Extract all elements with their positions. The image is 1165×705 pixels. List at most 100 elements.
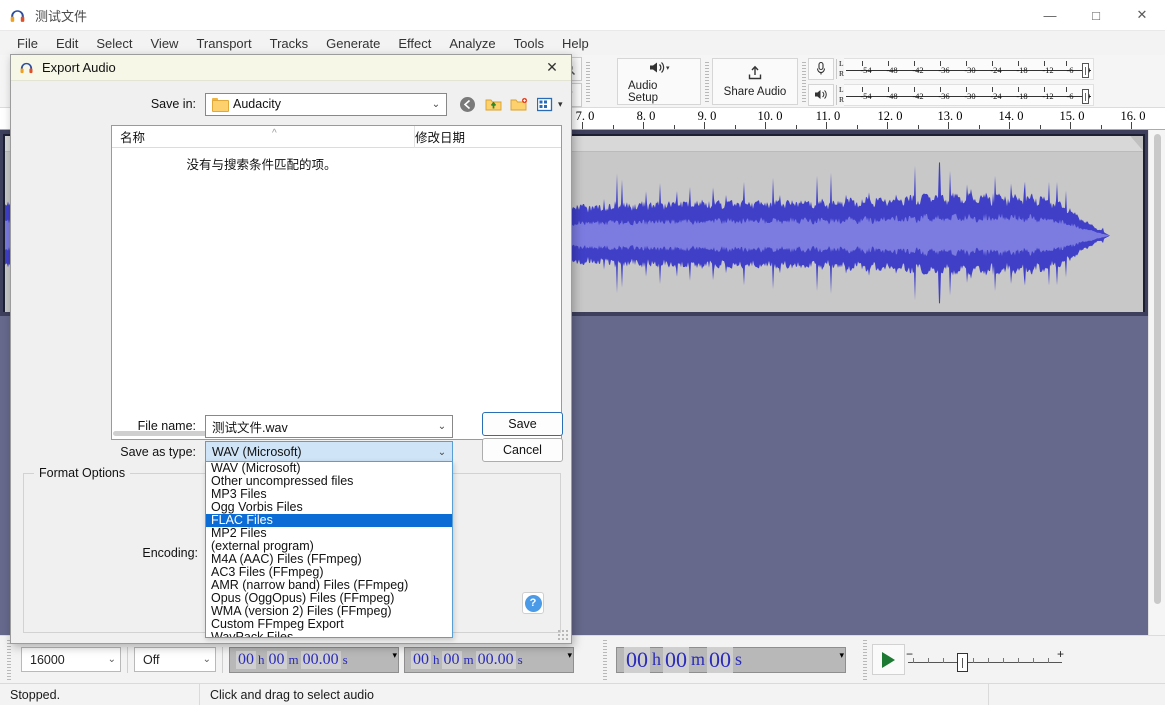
share-audio-label: Share Audio [724, 86, 787, 98]
meter-tick: -6 [1066, 65, 1073, 75]
pos-m-unit: m [690, 649, 706, 670]
sel-start-hours: 00 [236, 651, 256, 669]
recording-meter[interactable]: L R -54 -48 -42 -36 -30 -24 -18 -12 -6 0 [808, 57, 1094, 80]
pos-s-unit: s [734, 649, 743, 670]
meter-slider-handle[interactable] [1082, 63, 1089, 78]
ruler-label: 7. 0 [576, 109, 595, 124]
ruler-label: 10. 0 [758, 109, 783, 124]
recording-meter-scale[interactable]: -54 -48 -42 -36 -30 -24 -18 -12 -6 0 [844, 58, 1094, 80]
minimize-button[interactable]: — [1027, 0, 1073, 31]
save-in-value: Audacity [233, 97, 426, 111]
dialog-resize-grip[interactable] [557, 629, 569, 641]
project-rate-value: 16000 [30, 653, 65, 667]
snap-to-combo[interactable]: Off ⌄ [134, 647, 216, 672]
audacity-window: 测试文件 — □ ✕ File Edit Select View Transpo… [0, 0, 1165, 705]
sel-end-hours: 00 [411, 651, 431, 669]
export-audio-dialog[interactable]: Export Audio ✕ Save in: Audacity ⌄ [10, 54, 572, 644]
up-folder-icon[interactable] [482, 93, 504, 115]
speaker-icon [808, 84, 834, 106]
menu-view[interactable]: View [142, 33, 188, 54]
column-name[interactable]: 名称 [112, 127, 407, 146]
toolbar-grip[interactable] [704, 59, 711, 104]
toolbar-grip[interactable] [602, 637, 609, 682]
speed-slider-thumb[interactable] [957, 653, 968, 672]
menu-select[interactable]: Select [87, 33, 141, 54]
menu-transport[interactable]: Transport [187, 33, 260, 54]
file-list-empty-message: 没有与搜索条件匹配的项。 [112, 154, 411, 173]
view-mode-caret-icon[interactable]: ▾ [558, 99, 563, 110]
playback-speed-slider[interactable]: − + [905, 645, 1065, 675]
chevron-down-icon[interactable]: ▾ [839, 650, 844, 661]
save-button[interactable]: Save [482, 412, 563, 436]
close-button[interactable]: ✕ [1119, 0, 1165, 31]
menu-file[interactable]: File [8, 33, 47, 54]
sel-start-h-unit: h [257, 652, 266, 668]
format-option-item[interactable]: WavPack Files [206, 631, 452, 638]
back-icon[interactable] [456, 93, 478, 115]
help-icon: ? [525, 595, 542, 612]
vertical-scrollbar[interactable] [1148, 130, 1165, 635]
pos-h-unit: h [651, 649, 662, 670]
file-name-input[interactable]: 测试文件.wav ⌄ [205, 415, 453, 438]
meter-slider-handle[interactable] [1082, 89, 1089, 104]
project-rate-combo[interactable]: 16000 ⌄ [21, 647, 121, 672]
svg-text:▾: ▾ [666, 65, 670, 72]
chevron-down-icon: ⌄ [426, 99, 446, 110]
menu-tools[interactable]: Tools [505, 33, 553, 54]
sel-start-seconds: 00.00 [301, 651, 341, 669]
column-modified[interactable]: 修改日期 [407, 127, 465, 146]
share-audio-button[interactable]: Share Audio [712, 58, 798, 105]
new-folder-icon[interactable] [508, 93, 530, 115]
menu-effect[interactable]: Effect [389, 33, 440, 54]
play-icon [882, 652, 895, 668]
meter-tick: -48 [886, 91, 897, 101]
snap-to-value: Off [143, 653, 159, 667]
toolbar-grip[interactable] [585, 59, 592, 104]
track-corner-icon [1130, 136, 1143, 151]
toolbar-grip[interactable] [801, 59, 808, 104]
format-options-title: Format Options [34, 466, 130, 480]
menu-help[interactable]: Help [553, 33, 598, 54]
playback-meter-scale[interactable]: -54 -48 -42 -36 -30 -24 -18 -12 -6 0 [844, 84, 1094, 106]
dialog-close-icon[interactable]: ✕ [533, 55, 571, 81]
window-titlebar: 测试文件 — □ ✕ [0, 0, 1165, 31]
sel-start-minutes: 00 [267, 651, 287, 669]
help-button[interactable]: ? [522, 592, 544, 614]
menu-generate[interactable]: Generate [317, 33, 389, 54]
microphone-icon [808, 58, 834, 80]
vertical-scrollbar-thumb[interactable] [1154, 134, 1161, 604]
selection-end-time[interactable]: 00 h 00 m 00.00 s ▾ [404, 647, 574, 673]
chevron-down-icon[interactable]: ▾ [392, 650, 397, 661]
meter-tick: -30 [964, 91, 975, 101]
dialog-title: Export Audio [42, 60, 116, 75]
file-list[interactable]: 名称 ^ 修改日期 没有与搜索条件匹配的项。 [111, 125, 562, 440]
toolbar-grip[interactable] [862, 637, 869, 682]
menu-tracks[interactable]: Tracks [261, 33, 318, 54]
playback-meter[interactable]: L R -54 -48 -42 -36 -30 -24 -18 -12 -6 0 [808, 83, 1094, 106]
meter-tick: -54 [860, 91, 871, 101]
file-name-label: File name: [11, 419, 196, 433]
menu-analyze[interactable]: Analyze [440, 33, 504, 54]
save-as-type-dropdown[interactable]: WAV (Microsoft)Other uncompressed filesM… [205, 461, 453, 638]
play-button[interactable] [872, 644, 905, 675]
audacity-logo-icon [19, 60, 34, 75]
save-as-type-label: Save as type: [11, 445, 196, 459]
chevron-down-icon[interactable]: ▾ [567, 650, 572, 661]
view-mode-icon[interactable] [534, 93, 556, 115]
upload-icon [746, 65, 764, 85]
menu-edit[interactable]: Edit [47, 33, 87, 54]
maximize-button[interactable]: □ [1073, 0, 1119, 31]
folder-icon [212, 98, 227, 110]
dialog-titlebar: Export Audio ✕ [11, 55, 571, 81]
status-state: Stopped. [0, 684, 199, 705]
audio-setup-button[interactable]: ▾ Audio Setup [617, 58, 701, 105]
window-controls: — □ ✕ [1027, 0, 1165, 31]
meter-tick: -24 [990, 91, 1001, 101]
save-in-combo[interactable]: Audacity ⌄ [205, 93, 447, 116]
cancel-button[interactable]: Cancel [482, 438, 563, 462]
sel-end-s-unit: s [517, 652, 524, 668]
sel-end-h-unit: h [432, 652, 441, 668]
meter-tick: -18 [1016, 91, 1027, 101]
audio-position-time[interactable]: 00 h 00 m 00 s ▾ [616, 647, 846, 673]
selection-start-time[interactable]: 00 h 00 m 00.00 s ▾ [229, 647, 399, 673]
